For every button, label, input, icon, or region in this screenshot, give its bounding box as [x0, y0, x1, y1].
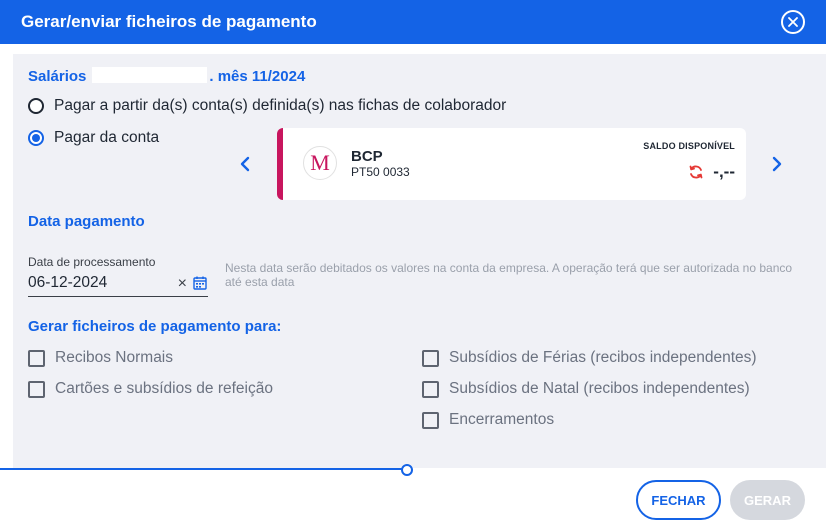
- clear-date-icon[interactable]: ×: [178, 276, 187, 292]
- radio-circle-checked[interactable]: [28, 130, 44, 146]
- processing-date-label: Data de processamento: [28, 255, 156, 269]
- calendar-icon[interactable]: [193, 276, 207, 290]
- chevron-left-icon: [240, 156, 250, 172]
- redacted-name: [92, 67, 208, 83]
- checkbox-subsidios-natal[interactable]: Subsídios de Natal (recibos independente…: [422, 380, 750, 398]
- checkbox-label: Subsídios de Férias (recibos independent…: [449, 349, 757, 366]
- dialog-title: Gerar/enviar ficheiros de pagamento: [21, 12, 317, 31]
- checkbox-cartoes-refeicao[interactable]: Cartões e subsídios de refeição: [28, 380, 273, 398]
- close-dialog-button[interactable]: [781, 10, 805, 34]
- bank-logo-letter: M: [310, 150, 330, 175]
- salarios-label: Salários: [28, 68, 87, 85]
- checkbox-label: Recibos Normais: [55, 349, 174, 366]
- checkbox-recibos-normais[interactable]: Recibos Normais: [28, 349, 173, 367]
- next-account-button[interactable]: [767, 152, 787, 176]
- close-button[interactable]: FECHAR: [636, 480, 721, 520]
- close-icon: [788, 17, 798, 27]
- radio-pay-from-account[interactable]: Pagar da conta: [28, 129, 159, 147]
- payment-date-hint: Nesta data serão debitados os valores na…: [225, 261, 793, 289]
- payment-date-title: Data pagamento: [28, 213, 145, 230]
- account-card[interactable]: M BCP PT50 0033 SALDO DISPONÍVEL -,--: [277, 128, 746, 200]
- progress-bar: [0, 468, 407, 470]
- balance-label: SALDO DISPONÍVEL: [643, 141, 735, 151]
- checkbox-box[interactable]: [28, 349, 45, 367]
- checkbox-encerramentos[interactable]: Encerramentos: [422, 411, 554, 429]
- checkbox-subsidios-ferias[interactable]: Subsídios de Férias (recibos independent…: [422, 349, 757, 367]
- progress-handle[interactable]: [401, 464, 413, 476]
- salarios-title: Salários . mês 11/2024: [28, 67, 305, 85]
- bank-logo-icon: M: [303, 146, 337, 180]
- processing-date-input[interactable]: 06-12-2024 ×: [28, 273, 208, 297]
- bank-name: BCP: [351, 148, 383, 165]
- checkbox-label: Cartões e subsídios de refeição: [55, 380, 273, 397]
- salarios-period: . mês 11/2024: [209, 68, 306, 85]
- checkbox-box[interactable]: [422, 380, 439, 398]
- generate-button[interactable]: GERAR: [730, 480, 805, 520]
- files-title: Gerar ficheiros de pagamento para:: [28, 318, 282, 335]
- radio-circle[interactable]: [28, 98, 44, 114]
- refresh-icon[interactable]: [688, 164, 704, 180]
- chevron-right-icon: [772, 156, 782, 172]
- radio-pay-from-employee-accounts[interactable]: Pagar a partir da(s) conta(s) definida(s…: [28, 97, 506, 115]
- balance-value: -,--: [713, 162, 735, 181]
- processing-date-value[interactable]: 06-12-2024: [28, 274, 107, 292]
- checkbox-box[interactable]: [422, 349, 439, 367]
- prev-account-button[interactable]: [235, 152, 255, 176]
- checkbox-box[interactable]: [28, 380, 45, 398]
- dialog-header: Gerar/enviar ficheiros de pagamento: [0, 0, 826, 44]
- checkbox-box[interactable]: [422, 411, 439, 429]
- radio-label: Pagar da conta: [54, 129, 160, 146]
- checkbox-label: Encerramentos: [449, 411, 555, 428]
- bank-iban: PT50 0033: [351, 165, 410, 179]
- radio-label: Pagar a partir da(s) conta(s) definida(s…: [54, 97, 507, 114]
- checkbox-label: Subsídios de Natal (recibos independente…: [449, 380, 750, 397]
